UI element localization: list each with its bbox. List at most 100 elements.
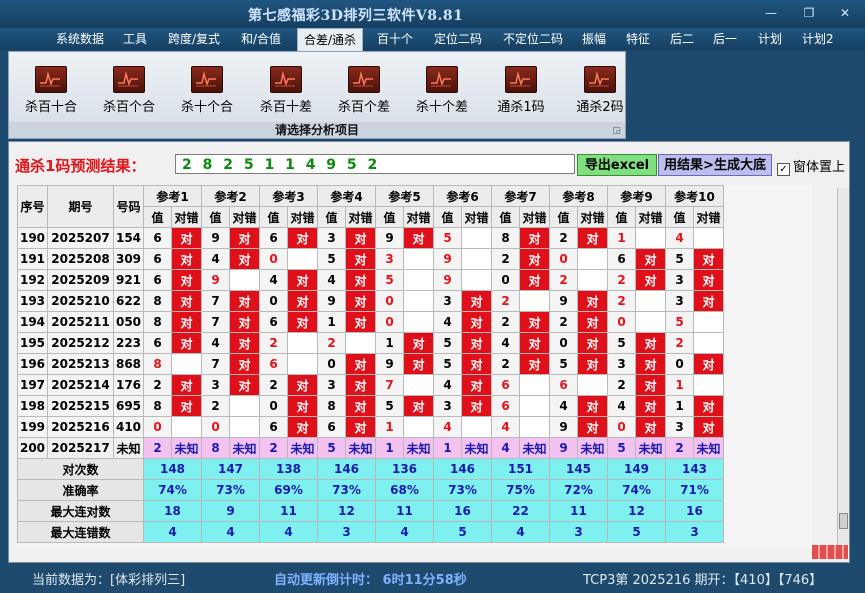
menu-sum[interactable]: 和/合值 [235,30,287,49]
period-cell: 2025217 [47,437,114,459]
table-row[interactable]: 199 2025216 410 0 0 6 对 6 对 1 4 4 9 对 0 对 3 对 [17,416,724,438]
table-row[interactable]: 195 2025212 223 6 对 4 对 2 2 1 对 5 对 4 对 0 对 5 对 2 [17,332,724,354]
result-ok-cell: 对 [635,269,666,291]
menu-system-data[interactable]: 系统数据 [50,30,110,49]
menu-tools[interactable]: 工具 [117,30,153,49]
table-row[interactable]: 190 2025207 154 6 对 9 对 6 对 3 对 9 对 5 8 对 2 对 1 4 [17,227,724,249]
future-result-cell: 未知 [577,437,608,459]
ribbon-button-2[interactable]: 杀百个合 [91,66,167,115]
result-ok-cell: 对 [171,395,202,417]
header-value: 值 [433,206,462,228]
value-cell: 0 [259,248,288,270]
value-cell: 4 [433,374,462,396]
menu-plan2[interactable]: 计划2 [796,30,840,49]
stat-value: 3 [317,521,376,543]
table-row[interactable]: 194 2025211 050 8 对 7 对 6 对 1 对 0 4 对 2 对 2 对 0 5 [17,311,724,333]
menu-amplitude[interactable]: 振幅 [576,30,612,49]
value-cell: 2 [549,227,578,249]
dialog-launcher-icon[interactable]: ◲ [612,126,621,136]
result-ok-cell: 对 [229,353,260,375]
maximize-button[interactable]: ❐ [800,6,818,20]
value-cell: 6 [607,248,636,270]
value-cell: 2 [491,248,520,270]
topmost-label: 窗体置上 [793,160,846,175]
menu-last-two[interactable]: 后二 [664,30,700,49]
status-latest-draw: TCP3第 2025216 期开：【410】【746】 [583,573,823,588]
seq-cell: 190 [17,227,48,249]
table-row[interactable]: 193 2025210 622 8 对 7 对 0 对 9 对 0 3 对 2 9 对 2 3 对 [17,290,724,312]
stat-value: 72% [549,479,608,501]
stat-label: 最大连错数 [17,521,144,543]
ribbon-button-1[interactable]: 杀百十合 [13,66,89,115]
seq-cell: 196 [17,353,48,375]
header-value: 值 [317,206,346,228]
result-ok-cell: 对 [577,395,608,417]
value-cell: 0 [549,248,578,270]
menu-plan[interactable]: 计划 [752,30,788,49]
header-ref: 参考4 [317,185,376,207]
ribbon-button-6[interactable]: 杀十个差 [404,66,480,115]
stat-label: 准确率 [17,479,144,501]
menu-feature[interactable]: 特征 [620,30,656,49]
value-cell: 0 [549,332,578,354]
future-row[interactable]: 200 2025217 未知 2 未知 8 未知 2 未知 5 未知 1 未知 1 未知 4 未知 9 未知 5 未知 2… [17,437,724,459]
value-cell: 7 [201,311,230,333]
ribbon-button-5[interactable]: 杀百个差 [326,66,402,115]
header-period: 期号 [47,185,114,228]
value-cell: 1 [375,416,404,438]
future-value-cell: 8 [201,437,230,459]
table-row[interactable]: 192 2025209 921 6 对 9 4 对 4 对 5 9 0 对 2 2 对 3 对 [17,269,724,291]
table-row[interactable]: 197 2025214 176 2 对 3 对 2 对 3 对 7 4 对 6 6 2 对 1 [17,374,724,396]
ribbon-button-8[interactable]: 通杀2码 [562,66,638,115]
value-cell: 4 [259,269,288,291]
menu-unfixed-two[interactable]: 不定位二码 [497,30,569,49]
stat-value: 4 [259,521,318,543]
menu-hecha-tongsha[interactable]: 合差/通杀 [297,28,364,51]
table-row[interactable]: 198 2025215 695 8 对 2 0 对 8 对 5 对 3 对 6 4 对 4 对 1 对 [17,395,724,417]
vertical-scrollbar[interactable] [837,188,849,545]
ribbon-button-4[interactable]: 杀百十差 [248,66,324,115]
result-ok-cell: 对 [461,290,492,312]
result-ok-cell: 对 [345,416,376,438]
value-cell: 5 [317,248,346,270]
scroll-thumb[interactable] [839,513,848,529]
prediction-value[interactable]: 2 8 2 5 1 1 4 9 5 2 [175,154,575,174]
seq-cell: 199 [17,416,48,438]
period-cell: 2025211 [47,311,114,333]
topmost-checkbox[interactable]: ✓ 窗体置上 [777,156,845,176]
menu-fixed-two[interactable]: 定位二码 [428,30,488,49]
result-ok-cell: 对 [171,227,202,249]
generate-base-button[interactable]: 用结果>生成大底 [658,154,772,176]
stat-value: 151 [491,458,550,480]
number-cell: 309 [113,248,144,270]
export-excel-button[interactable]: 导出excel [577,154,657,176]
future-result-cell: 未知 [693,437,724,459]
result-miss-cell [577,248,608,270]
result-ok-cell: 对 [345,395,376,417]
chart-icon [113,66,145,93]
value-cell: 8 [143,290,172,312]
ribbon-button-3[interactable]: 杀十个合 [169,66,245,115]
minimize-button[interactable]: — [762,6,780,20]
value-cell: 0 [607,416,636,438]
ribbon-button-7[interactable]: 通杀1码 [483,66,559,115]
checkbox-box[interactable]: ✓ [777,163,790,176]
seq-cell: 197 [17,374,48,396]
status-data-source: 当前数据为：[体彩排列三] [32,573,186,588]
result-miss-cell [693,374,724,396]
future-result-cell: 未知 [635,437,666,459]
stat-value: 68% [375,479,434,501]
table-row[interactable]: 191 2025208 309 6 对 4 对 0 5 对 3 9 2 对 0 6 对 5 对 [17,248,724,270]
menu-last-one[interactable]: 后一 [707,30,743,49]
result-grid: 序号 期号 号码 参考1 参考2 参考3 参考4 参考5 参考6 参考7 参考8 参考9 参考10 值对错… [17,185,812,548]
menu-span[interactable]: 跨度/复式 [162,30,226,49]
seq-cell: 193 [17,290,48,312]
menu-baishige[interactable]: 百十个 [371,30,419,49]
close-button[interactable]: ✕ [836,6,854,20]
value-cell: 3 [375,248,404,270]
table-row[interactable]: 196 2025213 868 8 7 对 6 0 对 9 对 5 对 2 对 5 对 3 对 0 对 [17,353,724,375]
value-cell: 1 [607,227,636,249]
result-ok-cell: 对 [171,269,202,291]
number-cell: 921 [113,269,144,291]
value-cell: 2 [607,374,636,396]
